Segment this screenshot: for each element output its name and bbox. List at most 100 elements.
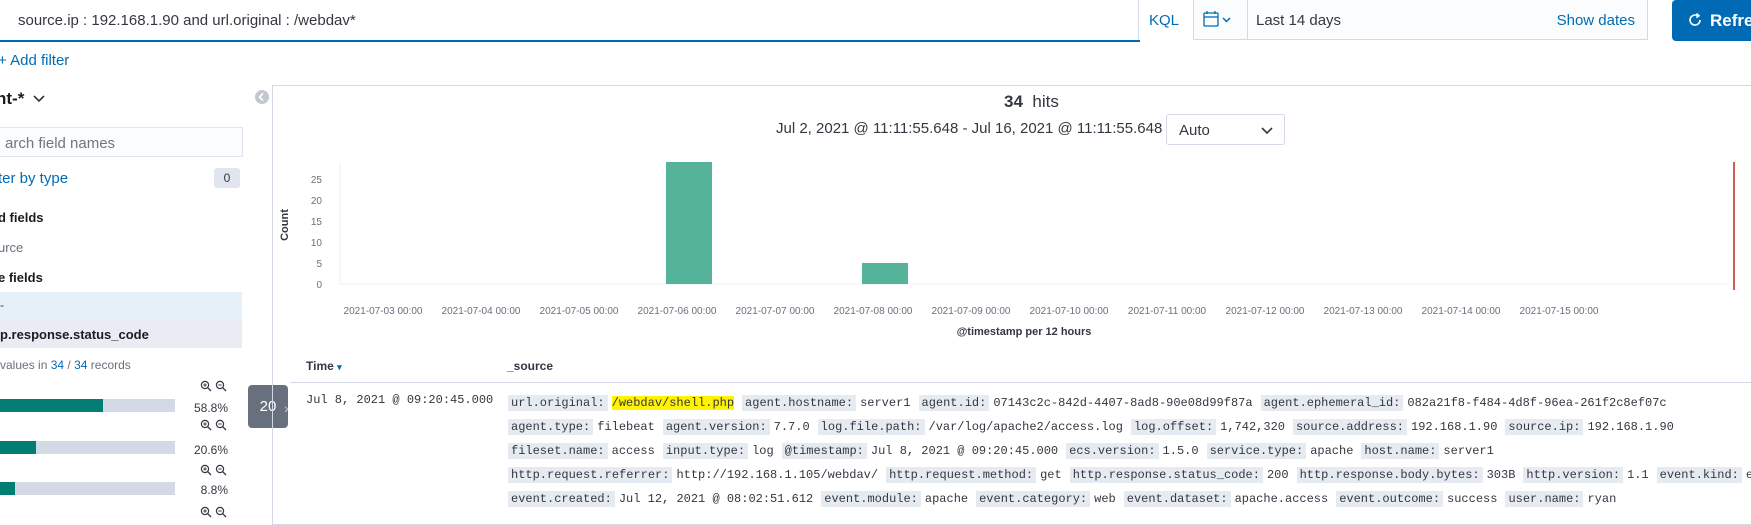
field-key: agent.version:: [662, 419, 770, 435]
value-percent: 8.8%: [200, 483, 228, 497]
field-value: apache.access: [1234, 492, 1329, 506]
row-timestamp[interactable]: Jul 8, 2021 @ 09:20:45.000: [306, 393, 493, 407]
field-value: apache: [1310, 444, 1354, 458]
zoom-out-icon[interactable]: [215, 419, 227, 431]
zoom-in-icon[interactable]: [200, 464, 212, 476]
field-key: event.category:: [976, 491, 1091, 507]
x-tick-label: 2021-07-15 00:00: [1520, 306, 1599, 317]
add-filter-link[interactable]: + Add filter: [0, 52, 69, 69]
zoom-in-icon[interactable]: [200, 506, 212, 518]
value-filter-icons[interactable]: [200, 464, 227, 479]
value-filter-icons[interactable]: [200, 419, 227, 434]
sort-down-icon[interactable]: ▾: [337, 362, 342, 372]
query-language-button[interactable]: KQL: [1138, 0, 1194, 40]
field-key: user.name:: [1505, 491, 1584, 507]
field-key: fileset.name:: [508, 443, 608, 459]
field-value: apache: [924, 492, 969, 506]
show-dates-link[interactable]: Show dates: [1557, 12, 1635, 29]
value-filter-icons[interactable]: [200, 506, 227, 521]
query-language-label: KQL: [1149, 12, 1180, 29]
field-value: server1: [1443, 444, 1494, 458]
field-value: http://192.168.1.105/webdav/: [676, 468, 879, 482]
x-tick-label: 2021-07-08 00:00: [834, 306, 913, 317]
zoom-in-icon[interactable]: [200, 380, 212, 392]
x-tick-label: 2021-07-09 00:00: [932, 306, 1011, 317]
field-key: log.offset:: [1130, 419, 1217, 435]
x-tick-label: 2021-07-12 00:00: [1226, 306, 1305, 317]
header-divider: [290, 382, 1751, 383]
field-value: 07143c2c-842d-4407-8ad8-90e08d99f87a: [993, 396, 1253, 410]
field-value: Jul 12, 2021 @ 08:02:51.612: [618, 492, 814, 506]
value-percent: 58.8%: [193, 401, 228, 415]
value-bar: [0, 441, 175, 454]
field-key: event.created:: [508, 491, 615, 507]
field-search[interactable]: [0, 127, 243, 157]
date-picker[interactable]: Last 14 days Show dates: [1193, 0, 1648, 40]
query-bar[interactable]: source.ip : 192.168.1.90 and url.origina…: [0, 0, 1140, 42]
source-line: agent.type: filebeat agent.version: 7.7.0 lo…: [508, 419, 1682, 435]
source-line: event.created: Jul 12, 2021 @ 08:02:51.61…: [508, 491, 1624, 507]
field-value: 082a21f8-f484-4d8f-96ea-261f2c8ef07c: [1407, 396, 1667, 410]
value-bar-fill: [0, 482, 16, 495]
value-bar-fill: [0, 399, 103, 412]
interval-select[interactable]: Auto: [1166, 114, 1285, 145]
field-key: event.module:: [821, 491, 921, 507]
value-bar: [0, 482, 175, 495]
zoom-out-icon[interactable]: [215, 506, 227, 518]
index-pattern-title[interactable]: nt-*: [0, 89, 24, 109]
field-key: event.dataset:: [1123, 491, 1231, 507]
refresh-icon: [1689, 13, 1701, 26]
field-value: 1.1: [1627, 468, 1649, 482]
field-key: ecs.version:: [1066, 443, 1159, 459]
field-value: e: [1745, 468, 1751, 482]
field-key: http.response.body.bytes:: [1296, 467, 1483, 483]
field-key: http.request.referrer:: [508, 467, 673, 483]
value-bar: [0, 399, 175, 412]
x-tick-label: 2021-07-06 00:00: [638, 306, 717, 317]
field-value: 7.7.0: [773, 420, 810, 434]
value-filter-icons[interactable]: [200, 380, 227, 395]
y-tick-label: 15: [311, 217, 323, 228]
top-values-summary: values in 34 / 34 records: [0, 358, 131, 372]
chevron-down-icon[interactable]: [32, 94, 46, 104]
field-name: p.response.status_code: [0, 327, 149, 342]
zoom-out-icon[interactable]: [215, 464, 227, 476]
date-range-label[interactable]: Last 14 days: [1256, 12, 1341, 29]
y-tick-label: 20: [311, 196, 323, 207]
field-value: 1.5.0: [1162, 444, 1199, 458]
filter-by-type-button[interactable]: ter by type: [0, 170, 68, 187]
x-tick-label: 2021-07-10 00:00: [1030, 306, 1109, 317]
source-line: fileset.name: access input.type: log @timest…: [508, 443, 1502, 459]
x-tick-label: 2021-07-14 00:00: [1422, 306, 1501, 317]
quick-menu-button[interactable]: [1194, 0, 1248, 40]
field-key: event.outcome:: [1336, 491, 1444, 507]
calendar-icon: [1203, 11, 1231, 27]
value-bar-fill: [0, 441, 37, 454]
field-key: source.address:: [1292, 419, 1407, 435]
zoom-out-icon[interactable]: [215, 380, 227, 392]
source-line: url.original:/webdav/shell.php agent.host…: [508, 395, 1675, 411]
collapse-sidebar-icon[interactable]: [255, 90, 269, 104]
value-percent: 20.6%: [193, 443, 228, 457]
y-tick-label: 5: [316, 259, 322, 270]
column-header-time[interactable]: Time ▾: [306, 359, 342, 373]
field-value: /var/log/apache2/access.log: [928, 420, 1123, 434]
column-header-source: _source: [507, 359, 554, 373]
field-key: http.request.method:: [886, 467, 1037, 483]
refresh-button[interactable]: Refre: [1672, 0, 1751, 41]
field-value: 192.168.1.90: [1587, 420, 1674, 434]
query-input[interactable]: source.ip : 192.168.1.90 and url.origina…: [18, 12, 356, 29]
histogram-chart[interactable]: 0 5 10 15 20 25 Count 2021-07-03 00:00 2021-07-0…: [272, 150, 1751, 345]
source-line: http.request.referrer: http://192.168.1.1…: [508, 467, 1751, 483]
available-field-row[interactable]: -: [0, 292, 242, 320]
field-value: success: [1447, 492, 1498, 506]
zoom-in-icon[interactable]: [200, 419, 212, 431]
selected-field-source[interactable]: urce: [0, 240, 23, 255]
histogram-bar: [666, 162, 712, 284]
field-details-title[interactable]: p.response.status_code: [0, 320, 242, 348]
field-key: service.type:: [1206, 443, 1307, 459]
field-search-input[interactable]: [3, 134, 237, 153]
field-key: host.name:: [1361, 443, 1440, 459]
field-value: Jul 8, 2021 @ 09:20:45.000: [870, 444, 1059, 458]
field-value: server1: [860, 396, 911, 410]
